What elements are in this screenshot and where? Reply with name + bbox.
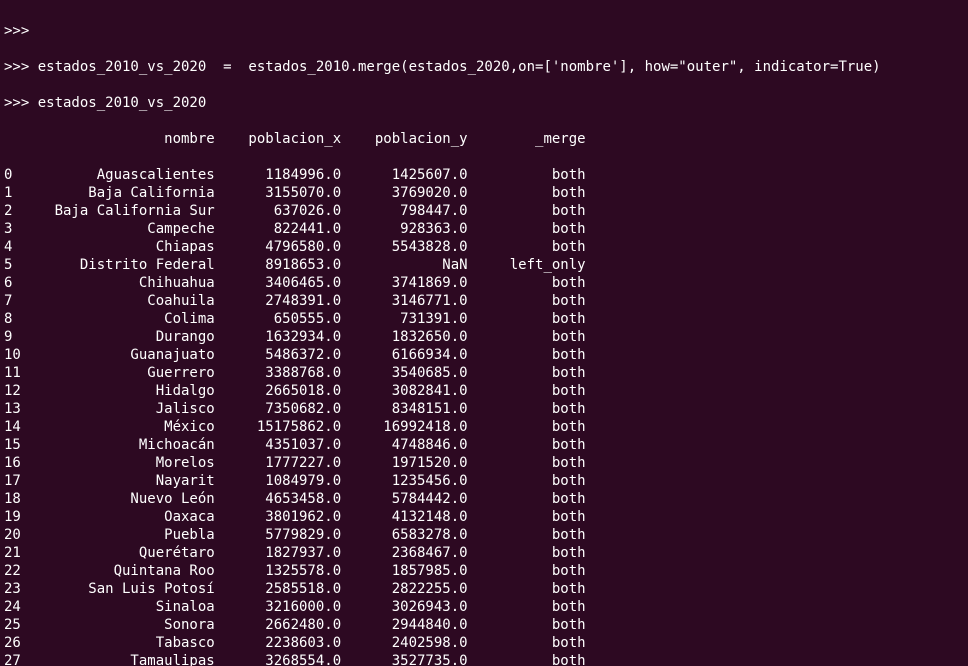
table-row: 20 Puebla 5779829.0 6583278.0 both: [4, 526, 964, 544]
table-row: 7 Coahuila 2748391.0 3146771.0 both: [4, 292, 964, 310]
prompt-line-show: >>> estados_2010_vs_2020: [4, 94, 964, 112]
table-row: 1 Baja California 3155070.0 3769020.0 bo…: [4, 184, 964, 202]
table-row: 5 Distrito Federal 8918653.0 NaN left_on…: [4, 256, 964, 274]
table-row: 24 Sinaloa 3216000.0 3026943.0 both: [4, 598, 964, 616]
table-row: 4 Chiapas 4796580.0 5543828.0 both: [4, 238, 964, 256]
table-row: 17 Nayarit 1084979.0 1235456.0 both: [4, 472, 964, 490]
table-row: 8 Colima 650555.0 731391.0 both: [4, 310, 964, 328]
table-row: 2 Baja California Sur 637026.0 798447.0 …: [4, 202, 964, 220]
table-row: 23 San Luis Potosí 2585518.0 2822255.0 b…: [4, 580, 964, 598]
table-row: 26 Tabasco 2238603.0 2402598.0 both: [4, 634, 964, 652]
dataframe-body: 0 Aguascalientes 1184996.0 1425607.0 bot…: [4, 166, 964, 666]
table-row: 19 Oaxaca 3801962.0 4132148.0 both: [4, 508, 964, 526]
table-row: 11 Guerrero 3388768.0 3540685.0 both: [4, 364, 964, 382]
dataframe-header: nombre poblacion_x poblacion_y _merge: [4, 130, 964, 148]
table-row: 25 Sonora 2662480.0 2944840.0 both: [4, 616, 964, 634]
table-row: 6 Chihuahua 3406465.0 3741869.0 both: [4, 274, 964, 292]
prompt-line-empty: >>>: [4, 22, 964, 40]
table-row: 0 Aguascalientes 1184996.0 1425607.0 bot…: [4, 166, 964, 184]
table-row: 13 Jalisco 7350682.0 8348151.0 both: [4, 400, 964, 418]
table-row: 21 Querétaro 1827937.0 2368467.0 both: [4, 544, 964, 562]
table-row: 10 Guanajuato 5486372.0 6166934.0 both: [4, 346, 964, 364]
table-row: 27 Tamaulipas 3268554.0 3527735.0 both: [4, 652, 964, 666]
table-row: 3 Campeche 822441.0 928363.0 both: [4, 220, 964, 238]
table-row: 14 México 15175862.0 16992418.0 both: [4, 418, 964, 436]
table-row: 18 Nuevo León 4653458.0 5784442.0 both: [4, 490, 964, 508]
table-row: 9 Durango 1632934.0 1832650.0 both: [4, 328, 964, 346]
terminal-output[interactable]: >>> >>> estados_2010_vs_2020 = estados_2…: [0, 0, 968, 666]
table-row: 16 Morelos 1777227.0 1971520.0 both: [4, 454, 964, 472]
table-row: 12 Hidalgo 2665018.0 3082841.0 both: [4, 382, 964, 400]
prompt-line-merge: >>> estados_2010_vs_2020 = estados_2010.…: [4, 58, 964, 76]
table-row: 22 Quintana Roo 1325578.0 1857985.0 both: [4, 562, 964, 580]
table-row: 15 Michoacán 4351037.0 4748846.0 both: [4, 436, 964, 454]
